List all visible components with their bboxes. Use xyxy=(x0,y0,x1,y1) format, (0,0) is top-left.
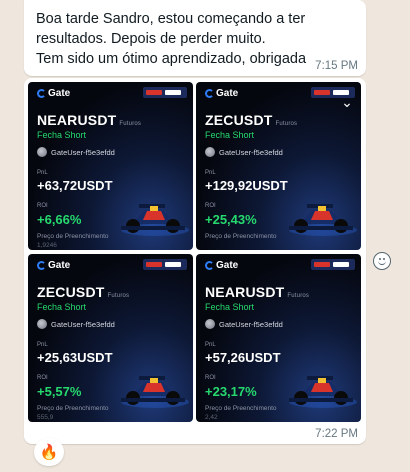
race-car-icon xyxy=(121,204,189,236)
partner-badge xyxy=(143,259,187,270)
message-bubble-images[interactable]: Gate NEARUSDT Futuros Fecha Short GateUse… xyxy=(24,78,366,444)
avatar xyxy=(37,147,47,157)
pnl-value: +57,26USDT xyxy=(205,350,281,365)
trade-user: GateUser-f5e3efdd xyxy=(205,319,283,329)
roi-label: ROI xyxy=(205,375,216,381)
price-label: Preço de Preenchimento xyxy=(37,233,109,240)
trade-side: Fecha Short xyxy=(37,302,87,312)
message-bubble-text[interactable]: Boa tarde Sandro, estou começando a ter … xyxy=(24,0,366,76)
message-line: Boa tarde Sandro, estou começando a ter xyxy=(36,11,306,27)
roi-label: ROI xyxy=(37,203,48,209)
pnl-value: +129,92USDT xyxy=(205,178,288,193)
trade-pair: ZECUSDT Futuros xyxy=(205,112,298,128)
trade-pair: NEARUSDT Futuros xyxy=(205,284,310,300)
trade-pair: ZECUSDT Futuros xyxy=(37,284,130,300)
roi-value: +5,57% xyxy=(37,384,82,399)
pnl-value: +25,63USDT xyxy=(37,350,113,365)
trade-card-image[interactable]: Gate ⌄ ZECUSDT Futuros Fecha Short GateUs… xyxy=(196,82,361,250)
trade-user: GateUser-f5e3efdd xyxy=(37,147,115,157)
trade-user: GateUser-f5e3efdd xyxy=(37,319,115,329)
trade-user: GateUser-f5e3efdd xyxy=(205,147,283,157)
race-car-icon xyxy=(121,376,189,408)
partner-badge xyxy=(143,87,187,98)
message-timestamp: 7:22 PM xyxy=(315,428,358,440)
message-line: Tem sido um ótimo aprendizado, obrigada xyxy=(36,51,307,67)
emoji-icon[interactable] xyxy=(373,252,391,270)
pnl-label: PnL xyxy=(37,342,48,348)
avatar xyxy=(37,319,47,329)
price-value: 1,9246 xyxy=(37,242,57,249)
trade-card-image[interactable]: Gate NEARUSDT Futuros Fecha Short GateUse… xyxy=(28,82,193,250)
roi-value: +6,66% xyxy=(37,212,82,227)
gate-logo: Gate xyxy=(37,88,70,99)
pnl-label: PnL xyxy=(205,342,216,348)
gate-logo: Gate xyxy=(37,260,70,271)
trade-pair: NEARUSDT Futuros xyxy=(37,112,142,128)
pnl-value: +63,72USDT xyxy=(37,178,113,193)
price-value: 555,9 xyxy=(37,414,54,421)
chevron-down-icon[interactable]: ⌄ xyxy=(339,95,355,109)
trade-card-image[interactable]: Gate ZECUSDT Futuros Fecha Short GateUser… xyxy=(28,254,193,422)
price-label: Preço de Preenchimento xyxy=(205,405,277,412)
reaction-badge[interactable]: 🔥 xyxy=(34,438,64,466)
race-car-icon xyxy=(289,376,357,408)
price-label: Preço de Preenchimento xyxy=(37,405,109,412)
roi-value: +23,17% xyxy=(205,384,257,399)
price-value: 2,42 xyxy=(205,414,218,421)
message-text: Boa tarde Sandro, estou começando a ter … xyxy=(36,9,346,69)
roi-label: ROI xyxy=(37,375,48,381)
roi-value: +25,43% xyxy=(205,212,257,227)
message-line: resultados. Depois de perder muito. xyxy=(36,31,266,47)
roi-label: ROI xyxy=(205,203,216,209)
gate-logo: Gate xyxy=(205,88,238,99)
message-timestamp: 7:15 PM xyxy=(315,60,358,72)
price-label: Preço de Preenchimento xyxy=(205,233,277,240)
gate-logo: Gate xyxy=(205,260,238,271)
trade-side: Fecha Short xyxy=(37,130,87,140)
trade-side: Fecha Short xyxy=(205,302,255,312)
avatar xyxy=(205,147,215,157)
partner-badge xyxy=(311,259,355,270)
race-car-icon xyxy=(289,204,357,236)
trade-card-image[interactable]: Gate NEARUSDT Futuros Fecha Short GateUse… xyxy=(196,254,361,422)
avatar xyxy=(205,319,215,329)
pnl-label: PnL xyxy=(37,170,48,176)
trade-side: Fecha Short xyxy=(205,130,255,140)
pnl-label: PnL xyxy=(205,170,216,176)
